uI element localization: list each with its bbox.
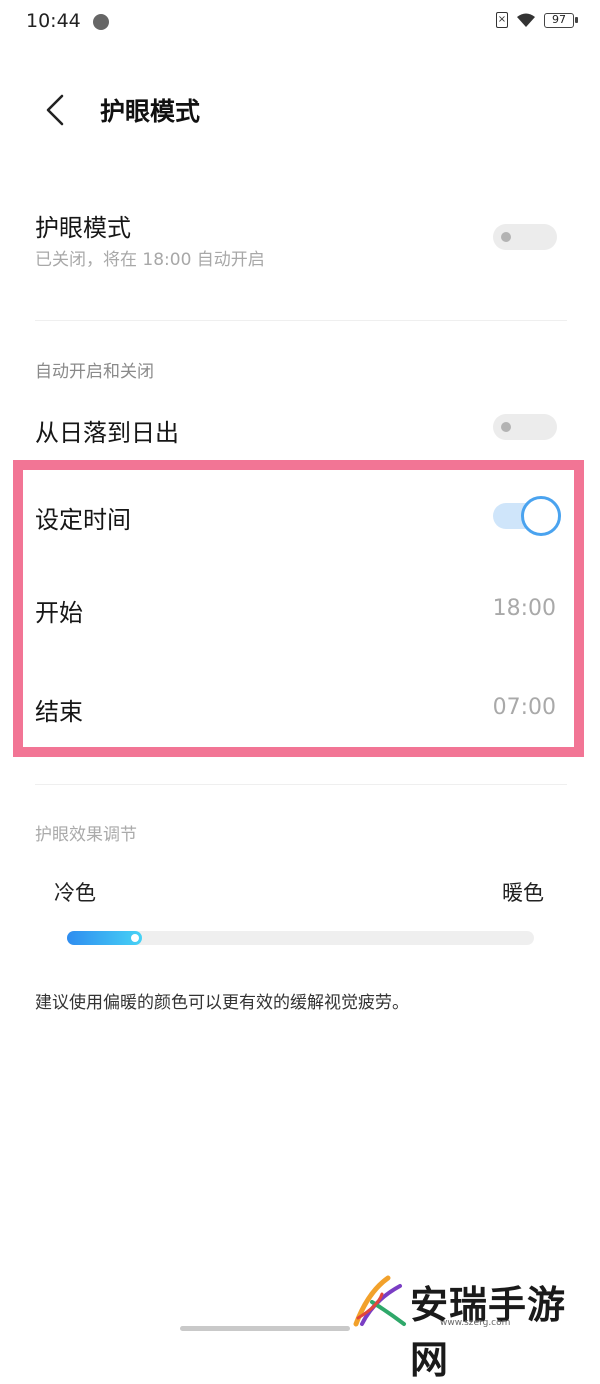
sunset-sunrise-toggle[interactable] <box>493 414 557 440</box>
start-time-label[interactable]: 开始 <box>35 593 83 628</box>
battery-icon: 97 <box>544 12 578 28</box>
end-time-value[interactable]: 07:00 <box>493 695 556 720</box>
eye-mode-title: 护眼模式 <box>35 214 131 242</box>
start-time-value[interactable]: 18:00 <box>493 596 556 621</box>
cool-color-label: 冷色 <box>54 881 96 905</box>
watermark-logo <box>353 1275 406 1327</box>
status-icons: × 97 <box>496 12 578 28</box>
toggle-knob <box>501 422 511 432</box>
watermark-url: www.szerg.com <box>440 1318 511 1328</box>
divider <box>35 320 567 321</box>
watermark-text: 安瑞手游网 <box>410 1282 567 1382</box>
back-chevron-icon[interactable] <box>40 92 72 128</box>
sunset-sunrise-title: 从日落到日出 <box>35 419 179 447</box>
warm-color-label: 暖色 <box>502 881 544 905</box>
slider-thumb[interactable] <box>131 934 139 942</box>
color-temperature-slider[interactable] <box>67 931 534 945</box>
status-time: 10:44 <box>26 10 81 32</box>
divider <box>35 784 567 785</box>
custom-time-title: 设定时间 <box>35 506 131 534</box>
sim-off-icon: × <box>496 12 508 28</box>
effect-note: 建议使用偏暖的颜色可以更有效的缓解视觉疲劳。 <box>35 993 409 1013</box>
end-time-label[interactable]: 结束 <box>35 692 83 727</box>
custom-time-toggle[interactable] <box>493 496 561 536</box>
compass-icon <box>93 14 109 30</box>
home-indicator[interactable] <box>180 1326 350 1331</box>
toggle-knob <box>501 232 511 242</box>
effect-section-label: 护眼效果调节 <box>35 825 137 845</box>
eye-mode-status: 已关闭，将在 18:00 自动开启 <box>35 250 265 270</box>
wifi-icon <box>517 13 535 27</box>
page-title: 护眼模式 <box>100 97 201 126</box>
battery-level: 97 <box>552 12 566 26</box>
auto-section-label: 自动开启和关闭 <box>35 362 154 382</box>
eye-mode-toggle[interactable] <box>493 224 557 250</box>
toggle-knob <box>521 496 561 536</box>
